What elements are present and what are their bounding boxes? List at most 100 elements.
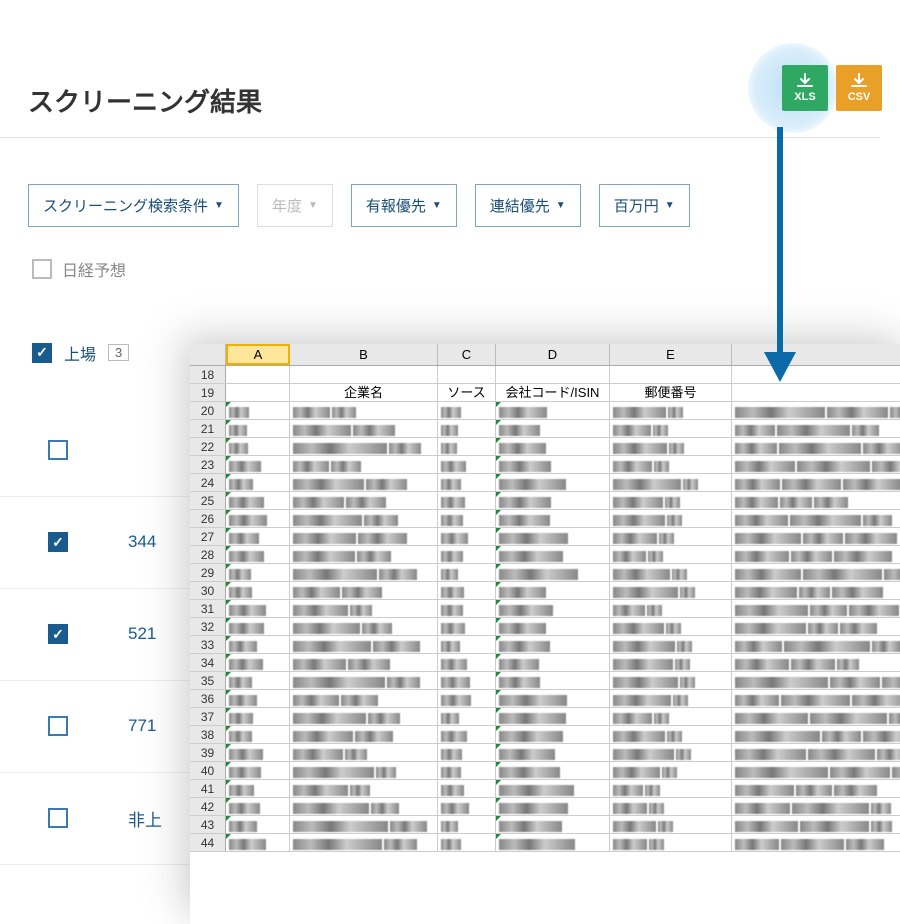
excel-row-number[interactable]: 31 xyxy=(190,600,226,617)
excel-cell[interactable] xyxy=(438,366,496,383)
filter-year[interactable]: 年度 ▼ xyxy=(257,184,333,227)
excel-cell[interactable] xyxy=(226,582,290,599)
excel-row-number[interactable]: 21 xyxy=(190,420,226,437)
excel-cell[interactable] xyxy=(438,690,496,707)
excel-cell[interactable] xyxy=(610,762,732,779)
excel-cell[interactable] xyxy=(226,420,290,437)
excel-cell[interactable] xyxy=(610,834,732,851)
result-id[interactable]: 771 xyxy=(128,716,156,736)
excel-cell[interactable] xyxy=(732,384,900,401)
excel-cell[interactable] xyxy=(732,672,900,689)
excel-row-number[interactable]: 41 xyxy=(190,780,226,797)
excel-cell[interactable] xyxy=(438,600,496,617)
excel-cell[interactable] xyxy=(732,726,900,743)
excel-row-number[interactable]: 19 xyxy=(190,384,226,401)
excel-cell[interactable] xyxy=(438,636,496,653)
excel-header-company[interactable]: 企業名 xyxy=(290,384,438,401)
excel-row-number[interactable]: 25 xyxy=(190,492,226,509)
excel-cell[interactable] xyxy=(290,690,438,707)
excel-cell[interactable] xyxy=(732,402,900,419)
excel-cell[interactable] xyxy=(438,654,496,671)
excel-cell[interactable] xyxy=(438,438,496,455)
excel-cell[interactable] xyxy=(496,492,610,509)
excel-cell[interactable] xyxy=(290,726,438,743)
excel-cell[interactable] xyxy=(732,474,900,491)
excel-cell[interactable] xyxy=(732,636,900,653)
excel-cell[interactable] xyxy=(438,474,496,491)
excel-cell[interactable] xyxy=(732,456,900,473)
excel-cell[interactable] xyxy=(438,492,496,509)
excel-cell[interactable] xyxy=(496,780,610,797)
excel-row-number[interactable]: 30 xyxy=(190,582,226,599)
excel-cell[interactable] xyxy=(732,420,900,437)
excel-cell[interactable] xyxy=(290,636,438,653)
excel-cell[interactable] xyxy=(610,798,732,815)
excel-cell[interactable] xyxy=(610,618,732,635)
excel-cell[interactable] xyxy=(438,546,496,563)
listed-all-checkbox[interactable] xyxy=(32,343,52,363)
excel-cell[interactable] xyxy=(438,528,496,545)
excel-col-A[interactable]: A xyxy=(226,344,290,365)
excel-cell[interactable] xyxy=(732,654,900,671)
excel-cell[interactable] xyxy=(496,798,610,815)
excel-cell[interactable] xyxy=(226,726,290,743)
excel-cell[interactable] xyxy=(732,366,900,383)
excel-row-number[interactable]: 24 xyxy=(190,474,226,491)
excel-cell[interactable] xyxy=(290,708,438,725)
excel-row-number[interactable]: 44 xyxy=(190,834,226,851)
excel-cell[interactable] xyxy=(496,762,610,779)
excel-cell[interactable] xyxy=(610,546,732,563)
excel-cell[interactable] xyxy=(290,744,438,761)
filter-unit[interactable]: 百万円 ▼ xyxy=(599,184,690,227)
excel-cell[interactable] xyxy=(732,762,900,779)
excel-cell[interactable] xyxy=(496,816,610,833)
excel-cell[interactable] xyxy=(226,384,290,401)
excel-cell[interactable] xyxy=(290,582,438,599)
excel-cell[interactable] xyxy=(610,366,732,383)
excel-cell[interactable] xyxy=(290,600,438,617)
excel-row-number[interactable]: 40 xyxy=(190,762,226,779)
excel-row-number[interactable]: 28 xyxy=(190,546,226,563)
excel-cell[interactable] xyxy=(610,600,732,617)
excel-row-number[interactable]: 35 xyxy=(190,672,226,689)
excel-cell[interactable] xyxy=(496,744,610,761)
excel-cell[interactable] xyxy=(438,582,496,599)
excel-cell[interactable] xyxy=(496,402,610,419)
result-id[interactable]: 344 xyxy=(128,532,156,552)
excel-cell[interactable] xyxy=(226,798,290,815)
excel-cell[interactable] xyxy=(496,690,610,707)
excel-row-number[interactable]: 37 xyxy=(190,708,226,725)
excel-cell[interactable] xyxy=(226,402,290,419)
excel-row-number[interactable]: 22 xyxy=(190,438,226,455)
result-id[interactable]: 非上 xyxy=(128,806,162,831)
nikkei-forecast-checkbox[interactable] xyxy=(32,259,52,279)
excel-row-number[interactable]: 18 xyxy=(190,366,226,383)
excel-row-number[interactable]: 32 xyxy=(190,618,226,635)
excel-cell[interactable] xyxy=(610,456,732,473)
excel-cell[interactable] xyxy=(226,816,290,833)
excel-cell[interactable] xyxy=(610,474,732,491)
excel-cell[interactable] xyxy=(438,618,496,635)
excel-cell[interactable] xyxy=(496,564,610,581)
excel-cell[interactable] xyxy=(496,672,610,689)
export-xls-button[interactable]: XLS xyxy=(782,65,828,111)
result-checkbox[interactable] xyxy=(48,440,68,460)
excel-cell[interactable] xyxy=(290,762,438,779)
excel-cell[interactable] xyxy=(610,510,732,527)
excel-cell[interactable] xyxy=(438,744,496,761)
excel-cell[interactable] xyxy=(496,438,610,455)
excel-cell[interactable] xyxy=(226,366,290,383)
excel-cell[interactable] xyxy=(290,474,438,491)
excel-cell[interactable] xyxy=(226,528,290,545)
excel-cell[interactable] xyxy=(496,726,610,743)
excel-cell[interactable] xyxy=(610,654,732,671)
excel-cell[interactable] xyxy=(732,564,900,581)
excel-cell[interactable] xyxy=(732,528,900,545)
excel-cell[interactable] xyxy=(732,492,900,509)
excel-cell[interactable] xyxy=(496,528,610,545)
excel-cell[interactable] xyxy=(226,654,290,671)
excel-row-number[interactable]: 29 xyxy=(190,564,226,581)
excel-cell[interactable] xyxy=(290,492,438,509)
excel-cell[interactable] xyxy=(496,618,610,635)
result-id[interactable]: 521 xyxy=(128,624,156,644)
